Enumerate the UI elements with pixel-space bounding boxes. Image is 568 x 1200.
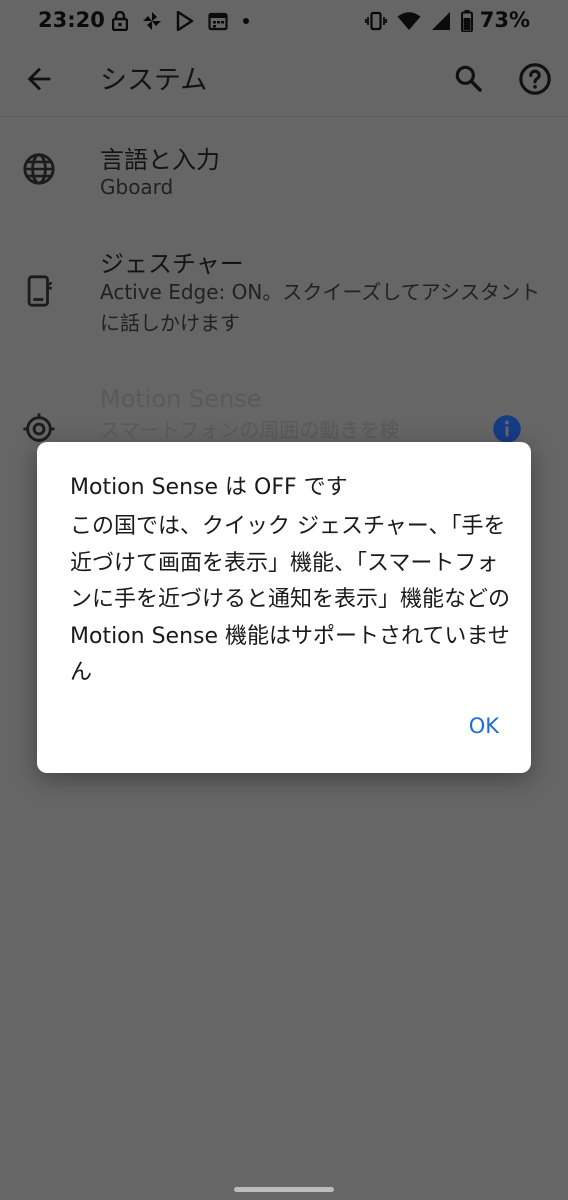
list-item-motion-sense[interactable]: Motion Sense スマートフォンの周囲の動きを検 <box>0 370 568 442</box>
lock-icon <box>112 11 128 31</box>
signal-icon <box>432 12 450 30</box>
page-title: システム <box>100 65 208 96</box>
status-bar: 23:20 73% <box>0 0 568 40</box>
status-time: 23:20 <box>38 8 105 32</box>
dot-icon <box>243 18 249 24</box>
list-item-gestures[interactable]: ジェスチャー Active Edge: ON。スクイーズしてアシスタントに話しか… <box>0 230 568 350</box>
motion-sense-dialog: Motion Sense は OFF です この国では、クイック ジェスチャー、… <box>37 442 531 773</box>
gesture-nav-bar[interactable] <box>234 1187 334 1192</box>
list-item-title: ジェスチャー <box>100 250 244 278</box>
globe-icon <box>23 153 55 185</box>
dialog-message: この国では、クイック ジェスチャー、「手を近づけて画面を表示」機能、「スマートフ… <box>70 514 511 685</box>
battery-percent: 73% <box>479 8 530 32</box>
list-item-title: Motion Sense <box>100 385 262 413</box>
motion-sense-icon <box>23 413 55 442</box>
phone-gesture-icon <box>27 275 53 307</box>
wifi-icon <box>397 12 421 30</box>
ok-button[interactable]: OK <box>469 714 499 738</box>
dialog-title: Motion Sense は OFF です <box>70 475 348 500</box>
list-item-subtitle: Gboard <box>100 175 174 199</box>
play-store-icon <box>176 11 194 31</box>
vibrate-icon <box>365 11 387 31</box>
info-icon[interactable] <box>492 414 522 442</box>
list-item-language[interactable]: 言語と入力 Gboard <box>0 120 568 216</box>
arrow-back-icon[interactable] <box>22 62 56 96</box>
battery-icon <box>461 10 473 32</box>
pinwheel-icon <box>143 12 161 30</box>
list-item-title: 言語と入力 <box>100 146 220 174</box>
status-left-icons <box>112 10 250 32</box>
calendar-icon <box>208 12 228 31</box>
app-bar: システム <box>0 40 568 117</box>
list-item-subtitle: スマートフォンの周囲の動きを検 <box>100 418 400 442</box>
help-icon[interactable] <box>518 62 552 96</box>
list-item-subtitle: Active Edge: ON。スクイーズしてアシスタントに話しかけます <box>100 280 540 335</box>
search-icon[interactable] <box>452 62 484 94</box>
status-right-icons <box>365 10 473 32</box>
